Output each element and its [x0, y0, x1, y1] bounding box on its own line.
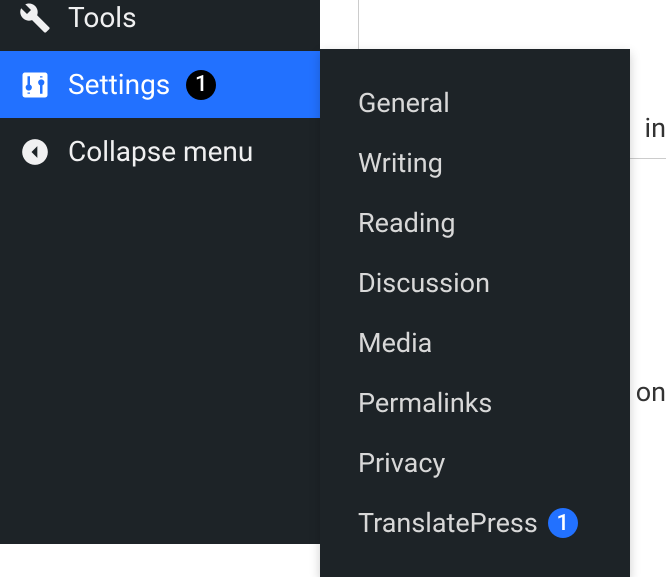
- submenu-item-label: TranslatePress: [358, 507, 538, 539]
- submenu-item-permalinks[interactable]: Permalinks: [320, 373, 630, 433]
- submenu-item-reading[interactable]: Reading: [320, 193, 630, 253]
- notification-badge: 1: [186, 70, 216, 100]
- submenu-item-general[interactable]: General: [320, 73, 630, 133]
- submenu-item-privacy[interactable]: Privacy: [320, 433, 630, 493]
- sidebar-item-collapse[interactable]: Collapse menu: [0, 118, 320, 185]
- notification-badge: 1: [548, 508, 578, 538]
- sidebar-item-settings[interactable]: Settings 1: [0, 51, 320, 118]
- admin-sidebar: Tools Settings 1 Collapse menu: [0, 0, 320, 544]
- submenu-item-label: Permalinks: [358, 387, 492, 419]
- sidebar-item-label: Collapse menu: [68, 135, 253, 168]
- submenu-item-writing[interactable]: Writing: [320, 133, 630, 193]
- wrench-icon: [18, 1, 52, 35]
- bg-text: on: [636, 376, 666, 408]
- submenu-item-label: Privacy: [358, 447, 445, 479]
- submenu-item-label: Reading: [358, 207, 456, 239]
- submenu-item-label: Discussion: [358, 267, 490, 299]
- sliders-icon: [18, 68, 52, 102]
- submenu-item-discussion[interactable]: Discussion: [320, 253, 630, 313]
- submenu-item-label: Media: [358, 327, 432, 359]
- sidebar-item-label: Settings: [68, 68, 170, 101]
- submenu-item-translatepress[interactable]: TranslatePress 1: [320, 493, 630, 553]
- sidebar-item-tools[interactable]: Tools: [0, 0, 320, 51]
- collapse-icon: [18, 135, 52, 169]
- bg-text: in: [645, 112, 666, 144]
- submenu-item-label: Writing: [358, 147, 443, 179]
- settings-submenu: General Writing Reading Discussion Media…: [320, 49, 630, 577]
- submenu-item-media[interactable]: Media: [320, 313, 630, 373]
- submenu-item-label: General: [358, 87, 450, 119]
- sidebar-item-label: Tools: [68, 1, 137, 34]
